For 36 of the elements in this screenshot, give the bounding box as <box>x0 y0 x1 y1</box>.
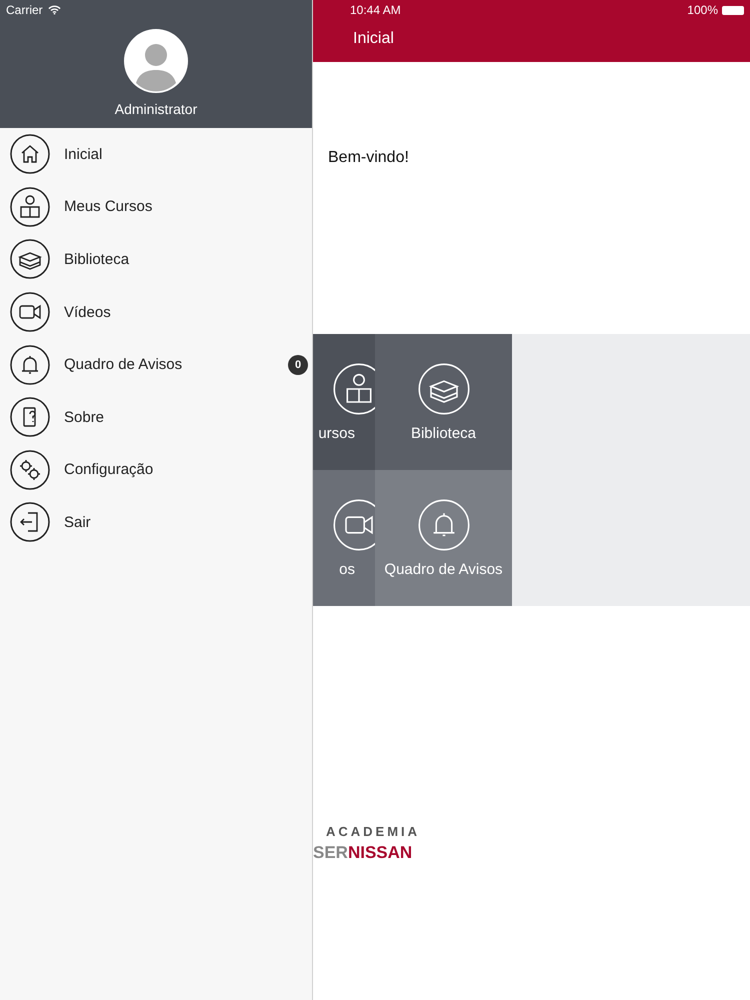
logo-text: ACADEMIA <box>326 824 422 839</box>
menu-tile[interactable]: os <box>313 470 375 606</box>
welcome-text: Bem-vindo! <box>328 149 409 166</box>
menu-item[interactable]: Sobre <box>0 390 312 444</box>
clock-label: 10:44 AM <box>350 3 402 17</box>
house-icon <box>10 134 50 174</box>
bell-icon <box>10 344 50 385</box>
logo-wordmark: SERNISSAN <box>313 843 414 863</box>
menu-item[interactable]: Configuração <box>0 444 312 496</box>
menu-tile[interactable]: Quadro de Avisos <box>375 470 512 606</box>
exit-icon <box>10 502 50 542</box>
menu-item[interactable]: Sair <box>0 496 312 549</box>
menu-item[interactable]: Quadro de Avisos 0 <box>0 338 312 391</box>
menu-tile[interactable]: ursos <box>313 334 375 470</box>
bell-icon <box>418 498 470 550</box>
camera-icon <box>10 292 50 332</box>
reader-icon <box>10 186 50 227</box>
menu-item[interactable]: Vídeos <box>0 286 312 338</box>
battery-label: 100% <box>687 3 718 17</box>
books-icon <box>10 239 50 280</box>
wifi-icon <box>48 5 61 15</box>
camera-icon <box>333 498 375 550</box>
phone-question-icon <box>10 397 50 438</box>
carrier-label: Carrier <box>6 3 43 17</box>
avatar-icon <box>124 29 188 93</box>
user-name: Administrator <box>114 101 198 117</box>
count-badge: 0 <box>288 354 308 375</box>
page-title: Inicial <box>353 30 395 48</box>
reader-icon <box>333 362 375 414</box>
books-icon <box>418 362 470 414</box>
menu-item[interactable]: Meus Cursos <box>0 180 312 234</box>
gears-icon <box>10 450 50 490</box>
menu-item[interactable]: Inicial <box>0 128 312 181</box>
menu-tile[interactable]: Biblioteca <box>375 334 512 470</box>
battery-icon <box>722 6 744 14</box>
menu-item[interactable]: Biblioteca <box>0 233 312 286</box>
